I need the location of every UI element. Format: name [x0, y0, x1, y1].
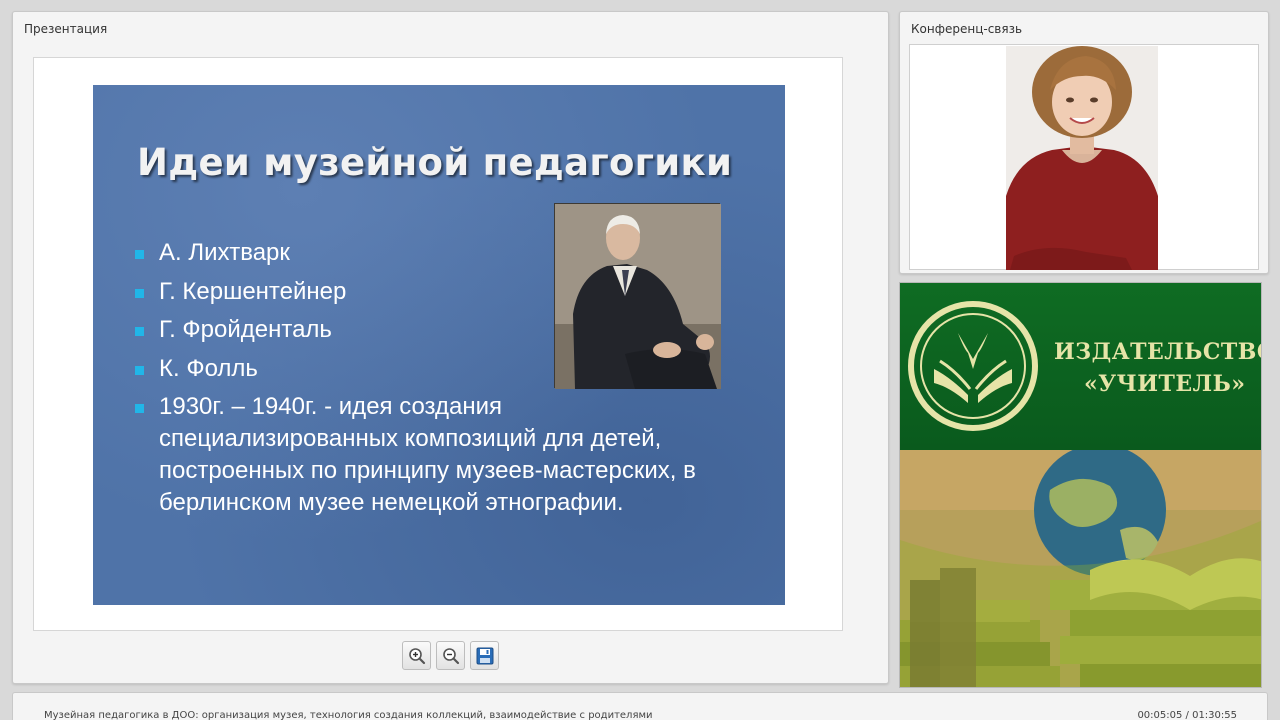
square-bullet-icon: [135, 365, 144, 375]
zoom-out-button[interactable]: [436, 641, 465, 670]
slide-viewer: Идеи музейной педагогики А. Лихтварк Г. …: [33, 57, 843, 631]
conference-panel: Конференц-связь: [899, 11, 1269, 274]
seated-man-illustration: [555, 204, 721, 389]
square-bullet-icon: [135, 250, 144, 259]
slide-bullet-item: Г. Кершентейнер: [135, 276, 515, 308]
zoom-in-button[interactable]: [402, 641, 431, 670]
slide-bullet-item: К. Фолль: [135, 353, 515, 385]
speaker-video: [1006, 46, 1158, 270]
square-bullet-icon: [135, 327, 144, 336]
speaker-illustration: [1006, 46, 1158, 270]
playback-time: 00:05:05 / 01:30:55: [1137, 710, 1237, 720]
square-bullet-icon: [135, 288, 144, 298]
conference-panel-title: Конференц-связь: [911, 22, 1023, 36]
zoom-in-icon: [409, 648, 426, 665]
zoom-out-icon: [443, 648, 460, 665]
save-icon: [476, 647, 494, 665]
publisher-name-line1: ИЗДАТЕЛЬСТВО: [1054, 339, 1262, 365]
video-feed: [909, 44, 1259, 270]
portrait-image: [554, 203, 721, 389]
books-and-globe-illustration: [900, 450, 1261, 687]
slide: Идеи музейной педагогики А. Лихтварк Г. …: [93, 85, 785, 605]
webinar-title: Музейная педагогика в ДОО: организация м…: [44, 710, 653, 720]
publisher-banner-header: ИЗДАТЕЛЬСТВО «УЧИТЕЛЬ»: [900, 283, 1261, 450]
slide-bullet-item: Г. Фройденталь: [135, 314, 515, 346]
publisher-logo-icon: [908, 301, 1038, 431]
slide-bullet-item: А. Лихтварк: [135, 237, 515, 269]
slide-toolbar: [402, 641, 500, 671]
save-button[interactable]: [470, 641, 499, 670]
footer-bar: Музейная педагогика в ДОО: организация м…: [12, 692, 1268, 720]
publisher-banner-image: [900, 450, 1261, 687]
publisher-banner[interactable]: ИЗДАТЕЛЬСТВО «УЧИТЕЛЬ»: [899, 282, 1262, 688]
slide-title: Идеи музейной педагогики: [137, 141, 733, 184]
square-bullet-icon: [135, 404, 144, 413]
presentation-panel-title: Презентация: [24, 22, 108, 36]
slide-bullet-item: 1930г. – 1940г. - идея создания специали…: [135, 391, 745, 519]
presentation-panel: Презентация Идеи музейной педагогики А. …: [12, 11, 889, 684]
publisher-name-line2: «УЧИТЕЛЬ»: [1084, 371, 1246, 397]
